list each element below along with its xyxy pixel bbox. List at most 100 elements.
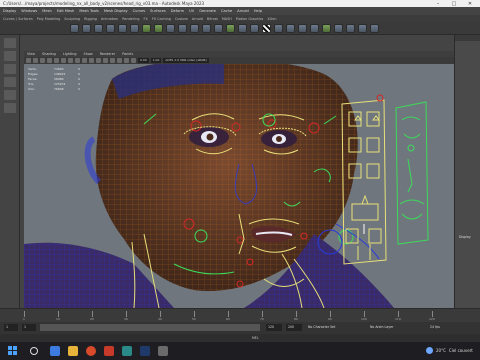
maximize-button[interactable]: □ xyxy=(446,0,462,7)
panel-menu-view[interactable]: View xyxy=(27,52,35,56)
shelf-cone-icon[interactable] xyxy=(106,23,115,33)
app-icon[interactable] xyxy=(104,346,114,356)
shelf-tab[interactable]: XGen xyxy=(267,17,276,21)
menu-windows[interactable]: Windows xyxy=(21,9,37,13)
shelf-pivot-icon[interactable] xyxy=(298,23,307,33)
gamma-field[interactable]: 1.00 xyxy=(150,58,162,63)
shelf-tab[interactable]: FX Caching xyxy=(152,17,171,21)
menu-generate[interactable]: Generate xyxy=(199,9,216,13)
weather-widget[interactable]: 20°C Ciel couvert xyxy=(426,347,473,354)
wireframe-icon[interactable] xyxy=(68,58,73,63)
viewport-3d[interactable] xyxy=(24,64,454,308)
shelf-smooth-icon[interactable] xyxy=(226,23,235,33)
menu-mesh-display[interactable]: Mesh Display xyxy=(104,9,128,13)
shelf-cylinder-icon[interactable] xyxy=(94,23,103,33)
channel-box-panel[interactable]: Display xyxy=(454,35,480,308)
resolution-gate-icon[interactable] xyxy=(61,58,66,63)
playback-start-field[interactable]: 1 xyxy=(22,324,36,331)
shelf-tab[interactable]: Rendering xyxy=(122,17,139,21)
start-time-field[interactable]: 1 xyxy=(4,324,18,331)
ambient-occlusion-icon[interactable] xyxy=(110,58,115,63)
shelf-sphere-icon[interactable] xyxy=(70,23,79,33)
camera-attributes-icon[interactable] xyxy=(26,58,31,63)
shelf-separate-icon[interactable] xyxy=(154,23,163,33)
maya-icon[interactable] xyxy=(122,346,132,356)
shelf-hypershade-icon[interactable] xyxy=(346,23,355,33)
close-button[interactable]: ✕ xyxy=(462,0,478,7)
shelf-render-icon[interactable] xyxy=(310,23,319,33)
anim-layer-dropdown[interactable]: No Anim Layer xyxy=(370,324,393,331)
shelf-combine-icon[interactable] xyxy=(142,23,151,33)
panel-menu-show[interactable]: Show xyxy=(84,52,93,56)
panel-menu-renderer[interactable]: Renderer xyxy=(100,52,115,56)
lights-icon[interactable] xyxy=(96,58,101,63)
task-view-icon[interactable] xyxy=(50,346,60,356)
menu-uv[interactable]: UV xyxy=(189,9,194,13)
panel-menu-shading[interactable]: Shading xyxy=(42,52,56,56)
grid-icon[interactable] xyxy=(47,58,52,63)
shelf-tab[interactable]: MASH xyxy=(222,17,232,21)
film-gate-icon[interactable] xyxy=(54,58,59,63)
menu-arnold[interactable]: Arnold xyxy=(237,9,249,13)
panel-menu-panels[interactable]: Panels xyxy=(122,52,133,56)
shelf-tab[interactable]: Rigging xyxy=(84,17,97,21)
isolate-select-icon[interactable] xyxy=(117,58,122,63)
character-set-dropdown[interactable]: No Character Set xyxy=(308,324,335,331)
shelf-cube-icon[interactable] xyxy=(82,23,91,33)
shelf-light-icon[interactable] xyxy=(358,23,367,33)
xray-joints-icon[interactable] xyxy=(131,58,136,63)
shelf-bridge-icon[interactable] xyxy=(190,23,199,33)
shelf-freeze-icon[interactable] xyxy=(286,23,295,33)
shelf-tab[interactable]: Custom xyxy=(175,17,188,21)
shelf-merge-icon[interactable] xyxy=(214,23,223,33)
shelf-checker-icon[interactable] xyxy=(262,23,271,33)
shelf-camera-icon[interactable] xyxy=(370,23,379,33)
shelf-tab[interactable]: Animation xyxy=(101,17,118,21)
smooth-shade-icon[interactable] xyxy=(75,58,80,63)
select-tool-icon[interactable] xyxy=(4,38,16,48)
playback-end-field[interactable]: 120 xyxy=(266,324,282,331)
paint-select-icon[interactable] xyxy=(4,64,16,74)
time-slider[interactable]: 1 10 20 30 40 50 60 70 80 90 100 110 120 xyxy=(0,308,480,322)
wireframe-on-shaded-icon[interactable] xyxy=(82,58,87,63)
shelf-ipr-icon[interactable] xyxy=(322,23,331,33)
shelf-bevel-icon[interactable] xyxy=(178,23,187,33)
minimize-button[interactable]: – xyxy=(430,0,446,7)
scale-tool-icon[interactable] xyxy=(4,103,16,113)
shelf-settings-icon[interactable] xyxy=(334,23,343,33)
exposure-field[interactable]: 0.00 xyxy=(138,58,149,63)
app-icon[interactable] xyxy=(158,346,168,356)
fps-dropdown[interactable]: 24 fps xyxy=(430,324,440,331)
bookmark-icon[interactable] xyxy=(33,58,38,63)
menu-edit-mesh[interactable]: Edit Mesh xyxy=(57,9,75,13)
search-icon[interactable] xyxy=(30,347,38,355)
menu-cache[interactable]: Cache xyxy=(221,9,232,13)
xray-icon[interactable] xyxy=(124,58,129,63)
shelf-tab[interactable]: Motion Graphics xyxy=(236,17,264,21)
menu-mesh-tools[interactable]: Mesh Tools xyxy=(79,9,98,13)
color-space-dropdown[interactable]: ACES 1.0 SDR-video (sRGB) xyxy=(163,58,209,63)
menu-surfaces[interactable]: Surfaces xyxy=(150,9,166,13)
menu-help[interactable]: Help xyxy=(254,9,262,13)
shelf-plane-icon[interactable] xyxy=(118,23,127,33)
command-line[interactable]: MEL xyxy=(0,334,480,342)
shelf-history-icon[interactable] xyxy=(274,23,283,33)
menu-display[interactable]: Display xyxy=(3,9,16,13)
menu-curves[interactable]: Curves xyxy=(133,9,145,13)
shelf-uv-icon[interactable] xyxy=(250,23,259,33)
shelf-tab[interactable]: Curves / Surfaces xyxy=(3,17,33,21)
shelf-torus-icon[interactable] xyxy=(130,23,139,33)
app-icon[interactable] xyxy=(140,346,150,356)
shelf-multicut-icon[interactable] xyxy=(202,23,211,33)
panel-menu-lighting[interactable]: Lighting xyxy=(63,52,77,56)
file-explorer-icon[interactable] xyxy=(68,346,78,356)
image-plane-icon[interactable] xyxy=(40,58,45,63)
menu-mesh[interactable]: Mesh xyxy=(42,9,51,13)
shelf-tab[interactable]: Arnold xyxy=(192,17,203,21)
shelf-mirror-icon[interactable] xyxy=(238,23,247,33)
shelf-tab[interactable]: Bifrost xyxy=(207,17,218,21)
browser-icon[interactable] xyxy=(86,346,96,356)
range-slider-bar[interactable] xyxy=(40,324,260,331)
shadows-icon[interactable] xyxy=(103,58,108,63)
textured-icon[interactable] xyxy=(89,58,94,63)
